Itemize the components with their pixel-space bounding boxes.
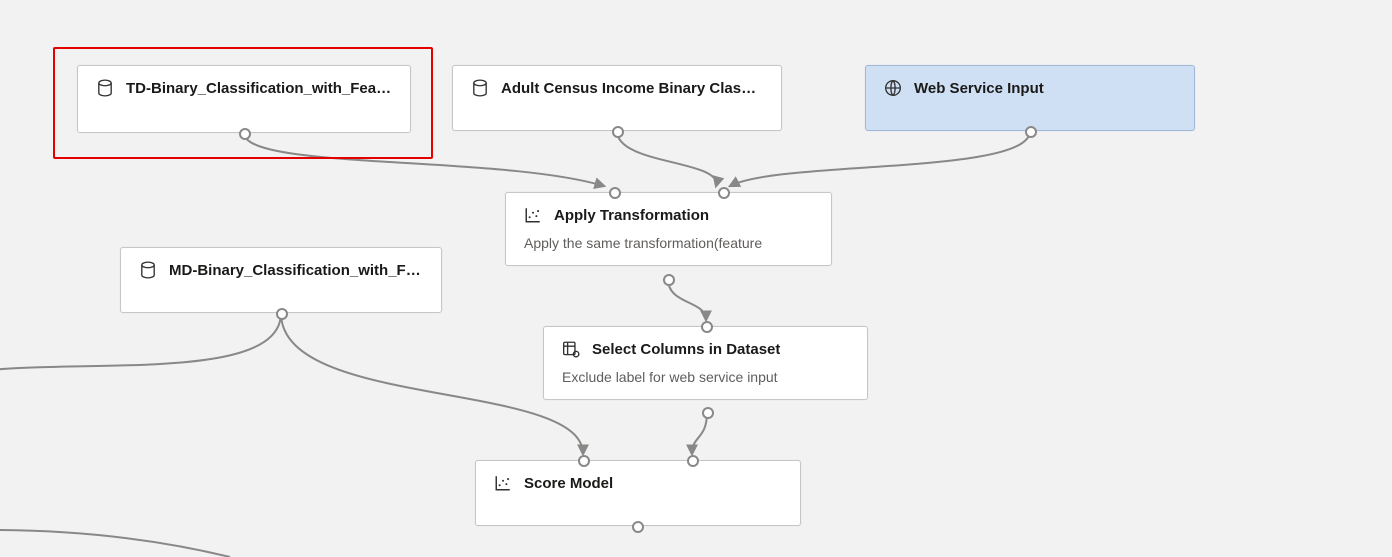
input-port-1[interactable]	[609, 187, 621, 199]
database-icon	[139, 261, 157, 279]
output-port[interactable]	[632, 521, 644, 533]
node-title: MD-Binary_Classification_with_Fea...	[169, 262, 423, 279]
output-port[interactable]	[1025, 126, 1037, 138]
input-port-2[interactable]	[687, 455, 699, 467]
node-title: Select Columns in Dataset	[592, 341, 780, 358]
database-icon	[471, 79, 489, 97]
scatter-chart-icon	[524, 206, 542, 224]
node-title: Score Model	[524, 475, 613, 492]
output-port[interactable]	[276, 308, 288, 320]
output-port[interactable]	[663, 274, 675, 286]
node-title: Web Service Input	[914, 80, 1044, 97]
node-md-dataset[interactable]: MD-Binary_Classification_with_Fea...	[120, 247, 442, 313]
node-td-dataset[interactable]: TD-Binary_Classification_with_Feat...	[77, 65, 411, 133]
node-title: Adult Census Income Binary Classi...	[501, 80, 763, 97]
node-web-service-input[interactable]: Web Service Input	[865, 65, 1195, 131]
node-select-columns[interactable]: Select Columns in Dataset Exclude label …	[543, 326, 868, 400]
node-title: TD-Binary_Classification_with_Feat...	[126, 80, 392, 97]
select-columns-icon	[562, 340, 580, 358]
node-subtitle: Apply the same transformation(feature	[506, 235, 831, 265]
scatter-chart-icon	[494, 474, 512, 492]
output-port[interactable]	[239, 128, 251, 140]
input-port[interactable]	[701, 321, 713, 333]
output-port[interactable]	[702, 407, 714, 419]
input-port-2[interactable]	[718, 187, 730, 199]
node-adult-dataset[interactable]: Adult Census Income Binary Classi...	[452, 65, 782, 131]
node-apply-transformation[interactable]: Apply Transformation Apply the same tran…	[505, 192, 832, 266]
input-port-1[interactable]	[578, 455, 590, 467]
node-title: Apply Transformation	[554, 207, 709, 224]
globe-icon	[884, 79, 902, 97]
node-subtitle: Exclude label for web service input	[544, 369, 867, 399]
database-icon	[96, 79, 114, 97]
output-port[interactable]	[612, 126, 624, 138]
node-score-model[interactable]: Score Model	[475, 460, 801, 526]
